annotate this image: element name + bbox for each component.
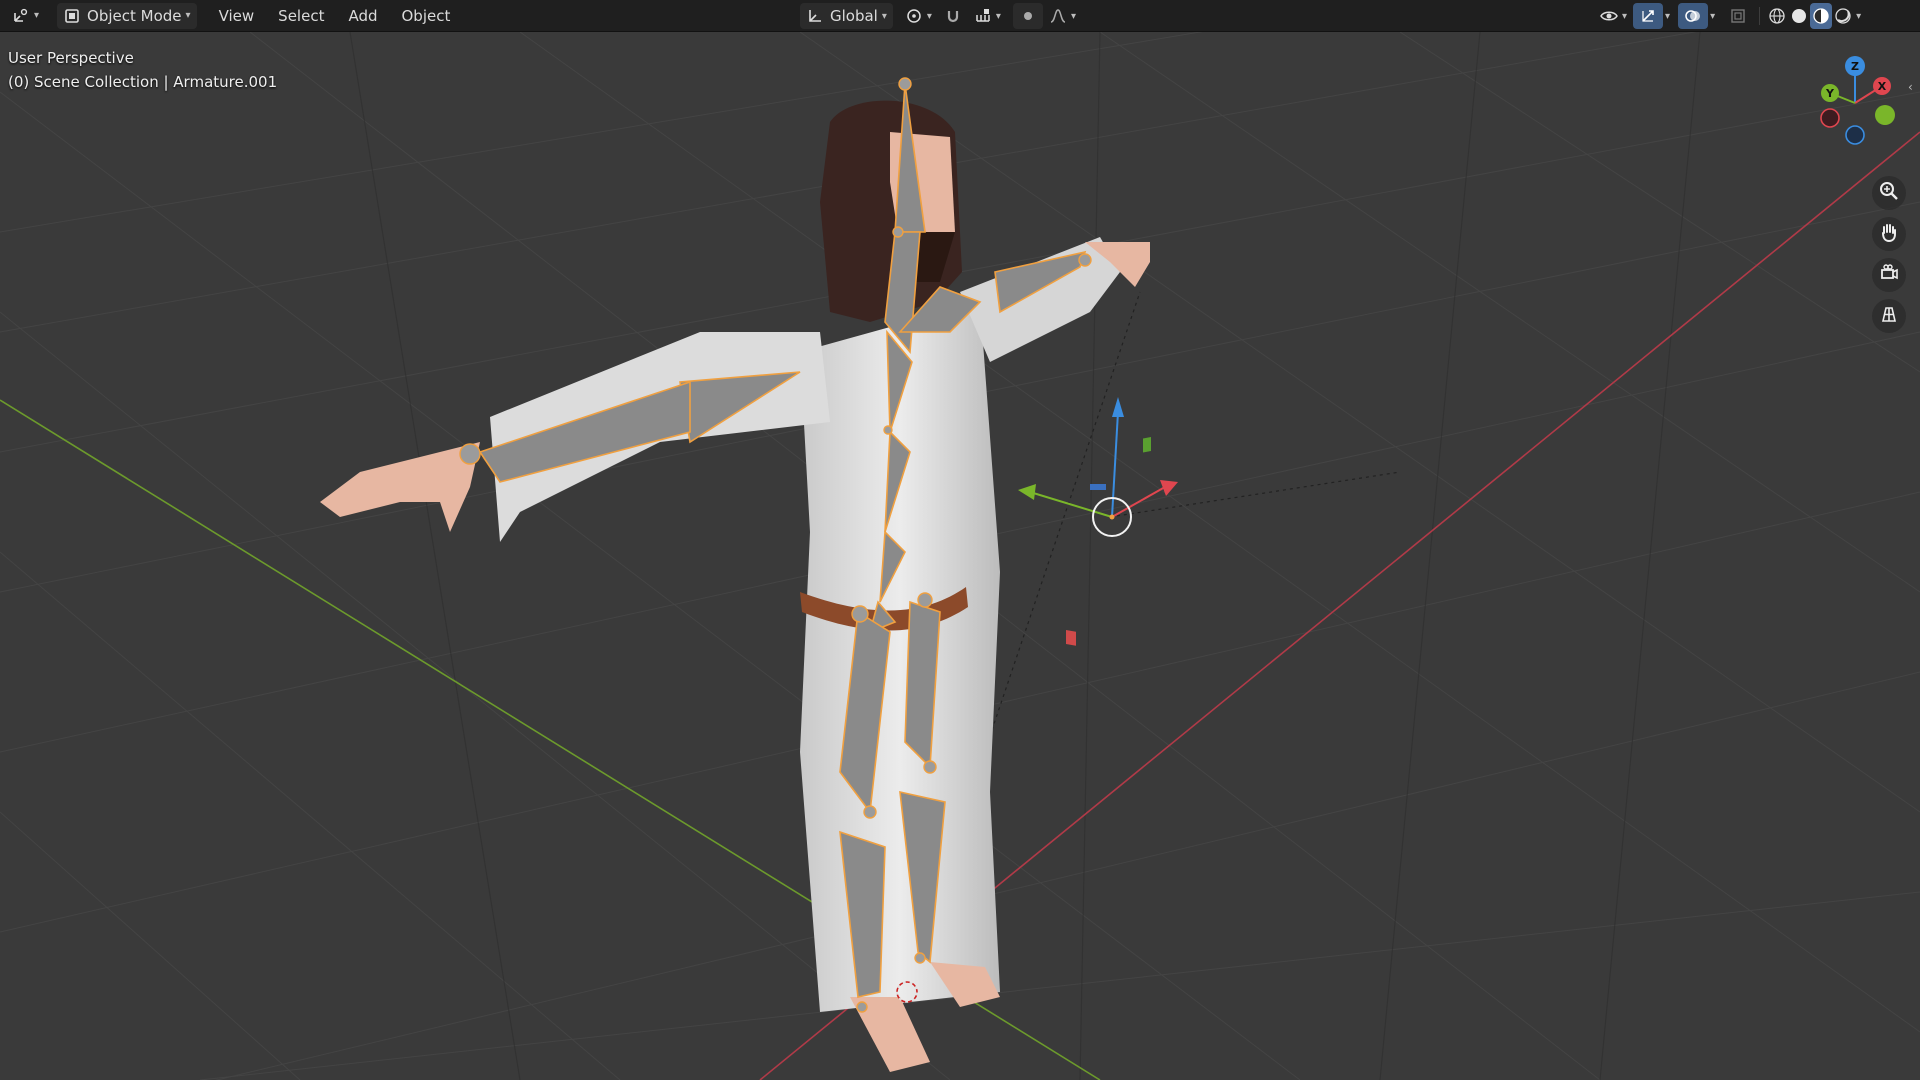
falloff-button[interactable]: ▾	[1043, 3, 1082, 29]
xray-icon	[1729, 7, 1747, 25]
rendered-shading-icon	[1834, 7, 1852, 25]
menu-view[interactable]: View	[207, 7, 267, 25]
transform-pivot-icon	[905, 7, 923, 25]
overlay-icon	[1684, 7, 1702, 25]
solid-shading-button[interactable]	[1788, 3, 1810, 29]
chevron-down-icon: ▾	[1070, 10, 1076, 22]
proportional-edit-icon	[1019, 7, 1037, 25]
navigation-gizmo[interactable]: Z X Y	[1800, 48, 1910, 158]
viewport-info: User Perspective (0) Scene Collection | …	[8, 46, 277, 94]
collection-label: (0) Scene Collection | Armature.001	[8, 73, 278, 91]
material-shading-icon	[1812, 7, 1830, 25]
snap-target-button[interactable]: ▾	[968, 3, 1007, 29]
xray-toggle[interactable]	[1723, 3, 1753, 29]
chevron-down-icon[interactable]: ▾	[1856, 11, 1861, 22]
snap-toggle[interactable]	[938, 3, 968, 29]
orientation-label: Global	[830, 7, 878, 25]
zoom-icon	[1878, 180, 1900, 206]
editor-type-button[interactable]: ▾	[6, 3, 45, 29]
mode-selector[interactable]: Object Mode ▾	[57, 2, 197, 29]
nav-axis-y: Y	[1825, 87, 1835, 100]
proportional-edit-toggle[interactable]	[1012, 3, 1043, 29]
perspective-label: User Perspective	[8, 49, 134, 67]
rendered-shading-button[interactable]	[1832, 3, 1854, 29]
chevron-down-icon: ▾	[185, 10, 191, 21]
orientation-axes-icon	[806, 7, 824, 25]
viewport-header: ▾ Object Mode ▾ View Select Add Object G…	[0, 0, 1920, 32]
pan-button[interactable]	[1872, 217, 1906, 251]
gizmo-toggle[interactable]	[1633, 3, 1664, 29]
chevron-down-icon[interactable]: ▾	[1710, 11, 1715, 22]
sidebar-toggle-icon[interactable]: ‹	[1908, 80, 1920, 102]
zoom-button[interactable]	[1872, 176, 1906, 210]
nav-axis-z: Z	[1851, 60, 1859, 73]
wireframe-shading-icon	[1768, 7, 1786, 25]
snap-increment-icon	[974, 7, 992, 25]
falloff-icon	[1049, 7, 1067, 25]
visibility-button[interactable]: ▾	[1594, 3, 1633, 29]
gizmo-icon	[1639, 7, 1657, 25]
transform-orientation-selector[interactable]: Global ▾	[800, 3, 893, 29]
mode-label: Object Mode	[87, 6, 182, 25]
menu-add[interactable]: Add	[336, 7, 389, 25]
visibility-icon	[1600, 7, 1618, 25]
wireframe-shading-button[interactable]	[1766, 3, 1788, 29]
solid-shading-icon	[1790, 7, 1808, 25]
chevron-down-icon: ▾	[881, 10, 887, 22]
menu-select[interactable]: Select	[266, 7, 336, 25]
material-shading-button[interactable]	[1810, 3, 1833, 29]
ortho-grid-icon	[1878, 303, 1900, 329]
object-mode-icon	[63, 7, 81, 25]
snap-icon	[944, 7, 962, 25]
viewport-scene	[0, 32, 1920, 1080]
ortho-toggle-button[interactable]	[1872, 299, 1906, 333]
3d-viewport[interactable]: User Perspective (0) Scene Collection | …	[0, 32, 1920, 1080]
chevron-down-icon: ▾	[1622, 10, 1628, 22]
chevron-down-icon: ▾	[926, 10, 932, 22]
3d-viewport-icon	[12, 7, 30, 25]
separator	[1759, 7, 1761, 25]
menu-object[interactable]: Object	[390, 7, 463, 25]
overlay-toggle[interactable]	[1678, 3, 1709, 29]
pivot-point-button[interactable]: ▾	[899, 3, 938, 29]
camera-view-button[interactable]	[1872, 258, 1906, 292]
pan-hand-icon	[1878, 221, 1900, 247]
chevron-down-icon[interactable]: ▾	[1665, 11, 1670, 22]
nav-axis-x: X	[1878, 80, 1887, 93]
camera-view-icon	[1878, 262, 1900, 288]
chevron-down-icon: ▾	[34, 10, 40, 21]
chevron-down-icon: ▾	[995, 10, 1001, 22]
